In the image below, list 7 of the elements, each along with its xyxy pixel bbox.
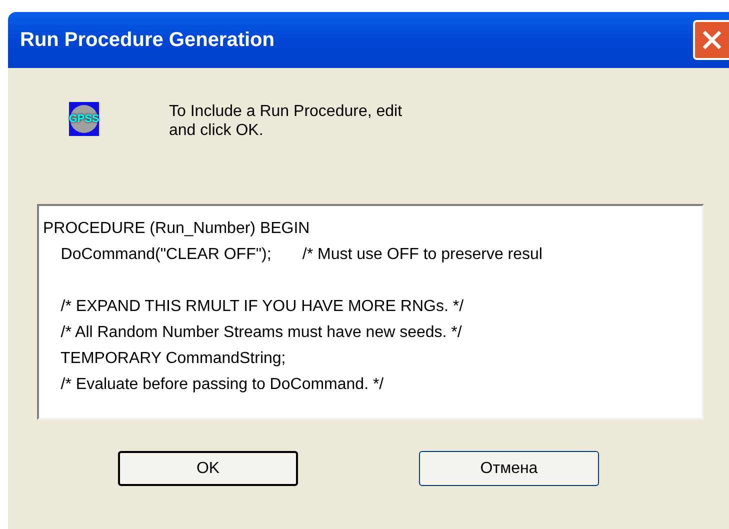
window-title: Run Procedure Generation	[20, 28, 274, 53]
close-button[interactable]	[693, 20, 729, 60]
cancel-button[interactable]: Отмена	[419, 451, 599, 486]
message-text: To Include a Run Procedure, edit and click OK.	[169, 102, 402, 140]
close-icon	[701, 29, 723, 51]
ok-button[interactable]: OK	[118, 451, 298, 486]
procedure-editor[interactable]: PROCEDURE (Run_Number) BEGIN DoCommand("CLEAR OFF"); /* Must use OFF to preserve resul /* EXPAND THIS RMULT IF YOU HAVE MORE RNGs. */ /* All Random Number Streams must have new seeds. */ TEMPORARY CommandString; /* Evaluate before passing to DoCommand. */	[37, 204, 704, 420]
